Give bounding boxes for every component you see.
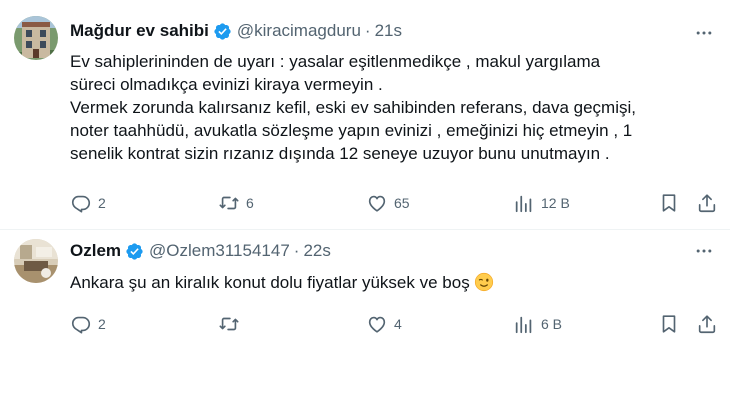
like-button[interactable]: 65 [366, 192, 410, 214]
bookmark-icon[interactable] [658, 313, 680, 335]
reply-icon [71, 195, 91, 213]
like-button[interactable]: 4 [366, 313, 402, 335]
avatar[interactable] [14, 239, 58, 283]
display-name[interactable]: Mağdur ev sahibi [70, 21, 209, 41]
user-handle[interactable]: @Ozlem31154147 [149, 241, 290, 261]
separator-dot: · [364, 21, 371, 40]
view-count: 6 B [541, 316, 563, 332]
repost-icon [219, 317, 239, 331]
reply-button[interactable]: 2 [70, 192, 106, 214]
view-count: 12 B [541, 195, 570, 211]
share-icon[interactable] [696, 192, 718, 214]
tweet-text-line: Ankara şu an kiralık konut dolu fiyatlar… [70, 273, 470, 292]
analytics-icon [515, 195, 532, 213]
avatar[interactable] [14, 16, 58, 60]
user-handle[interactable]: @kiracimagduru [237, 21, 361, 41]
winking-face-emoji-icon [474, 272, 493, 292]
reply-count: 2 [98, 195, 106, 211]
tweet-text-line: noter taahhüdü, avukatla sözleşme yapın … [70, 121, 633, 140]
timestamp[interactable]: 21s [375, 21, 402, 41]
tweet[interactable]: Ozlem @Ozlem31154147 · 22s Ankara şu an … [0, 231, 730, 351]
repost-icon [219, 196, 239, 210]
tweet-text: Ankara şu an kiralık konut dolu fiyatlar… [70, 271, 710, 294]
tweet-text-line: süreci olmadıkça evinizi kiraya vermeyin… [70, 75, 383, 94]
timestamp[interactable]: 22s [303, 241, 330, 261]
like-count: 65 [394, 195, 410, 211]
room-avatar-icon [14, 239, 58, 283]
tweet[interactable]: Mağdur ev sahibi @kiracimagduru · 21s Ev… [0, 0, 730, 230]
repost-button[interactable]: 6 [218, 192, 254, 214]
reply-icon [71, 316, 91, 334]
more-options-icon[interactable] [694, 23, 714, 43]
action-bar: 2 4 6 B [70, 313, 718, 337]
repost-button[interactable] [218, 313, 246, 335]
verified-badge-icon[interactable] [125, 242, 144, 261]
tweet-header: Ozlem @Ozlem31154147 · 22s [70, 241, 331, 261]
analytics-icon [515, 316, 532, 334]
action-bar: 2 6 65 12 B [70, 192, 718, 216]
tweet-header: Mağdur ev sahibi @kiracimagduru · 21s [70, 21, 402, 41]
verified-badge-icon[interactable] [213, 22, 232, 41]
share-icon[interactable] [696, 313, 718, 335]
tweet-text-line: Ev sahiplerininden de uyarı : yasalar eş… [70, 52, 601, 71]
like-count: 4 [394, 316, 402, 332]
bookmark-icon[interactable] [658, 192, 680, 214]
tweet-text-line: senelik kontrat sizin rızanız dışında 12… [70, 144, 610, 163]
tweet-text-line: Vermek zorunda kalırsanız kefil, eski ev… [70, 98, 636, 117]
reply-count: 2 [98, 316, 106, 332]
building-avatar-icon [14, 16, 58, 60]
separator-dot: · [293, 241, 300, 260]
views-button[interactable]: 6 B [513, 313, 562, 335]
heart-icon [368, 316, 386, 333]
tweet-text: Ev sahiplerininden de uyarı : yasalar eş… [70, 50, 710, 165]
more-options-icon[interactable] [694, 241, 714, 261]
reply-button[interactable]: 2 [70, 313, 106, 335]
repost-count: 6 [246, 195, 254, 211]
display-name[interactable]: Ozlem [70, 241, 121, 261]
views-button[interactable]: 12 B [513, 192, 570, 214]
heart-icon [368, 195, 386, 212]
